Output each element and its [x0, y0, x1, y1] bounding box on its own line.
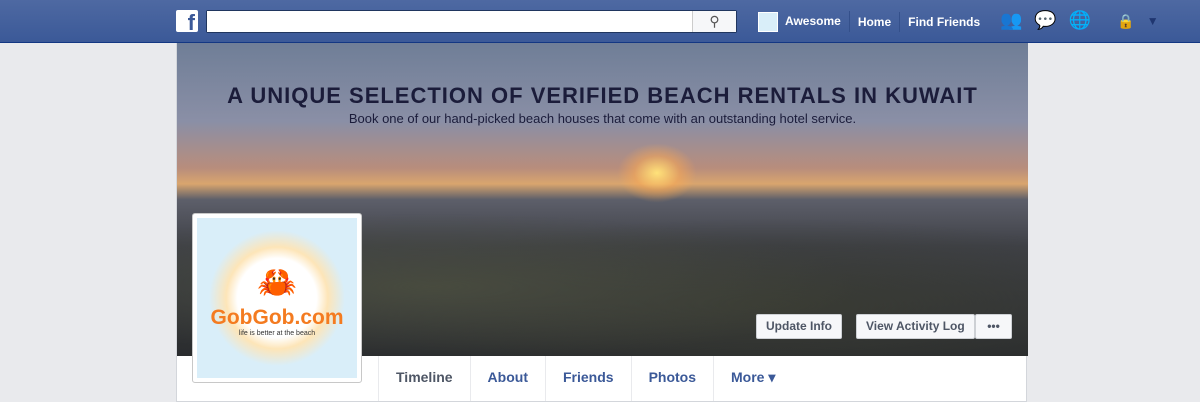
- cover-subline: Book one of our hand-picked beach houses…: [348, 111, 857, 126]
- top-nav: Awesome Home Find Friends: [750, 0, 988, 43]
- facebook-logo[interactable]: f: [176, 10, 198, 32]
- top-bar: f ⚲ Awesome Home Find Friends 👥 💬 🌐 🔒 ▼: [0, 0, 1200, 43]
- tab-about[interactable]: About: [469, 356, 545, 401]
- user-name: Awesome: [785, 14, 841, 29]
- friend-requests-icon[interactable]: 👥: [1000, 10, 1022, 32]
- messages-icon[interactable]: 💬: [1034, 10, 1056, 32]
- gobgob-logo: 🦀 GobGob.com life is better at the beach: [197, 218, 357, 378]
- cover-headline: A UNIQUE SELECTION OF VERIFIED BEACH REN…: [227, 83, 978, 108]
- timeline-header: A UNIQUE SELECTION OF VERIFIED BEACH REN…: [176, 43, 1028, 402]
- profile-picture[interactable]: 🦀 GobGob.com life is better at the beach: [192, 213, 362, 383]
- tab-photos[interactable]: Photos: [630, 356, 713, 401]
- notifications-globe-icon[interactable]: 🌐: [1069, 10, 1091, 32]
- view-activity-log-button[interactable]: View Activity Log: [856, 314, 975, 339]
- notification-icons: 👥 💬 🌐 🔒 ▼: [1000, 10, 1159, 32]
- search-icon[interactable]: ⚲: [692, 11, 736, 32]
- tab-more[interactable]: More ▾: [713, 356, 792, 401]
- privacy-lock-icon[interactable]: 🔒: [1117, 10, 1134, 32]
- logo-text: GobGob.com: [210, 306, 344, 329]
- avatar: [758, 11, 778, 32]
- tab-timeline[interactable]: Timeline: [378, 356, 470, 401]
- update-info-button[interactable]: Update Info: [756, 314, 842, 339]
- find-friends-link[interactable]: Find Friends: [900, 12, 988, 32]
- more-options-button[interactable]: •••: [975, 314, 1012, 339]
- search-input[interactable]: [207, 11, 687, 32]
- timeline-tabs: Timeline About Friends Photos More ▾: [378, 356, 792, 401]
- tab-friends[interactable]: Friends: [544, 356, 631, 401]
- home-link[interactable]: Home: [850, 11, 901, 32]
- logo-tagline: life is better at the beach: [238, 330, 316, 337]
- chevron-down-icon[interactable]: ▼: [1147, 10, 1159, 32]
- profile-link[interactable]: Awesome: [750, 11, 850, 32]
- crab-icon: 🦀: [257, 264, 297, 300]
- search-box[interactable]: ⚲: [206, 10, 737, 33]
